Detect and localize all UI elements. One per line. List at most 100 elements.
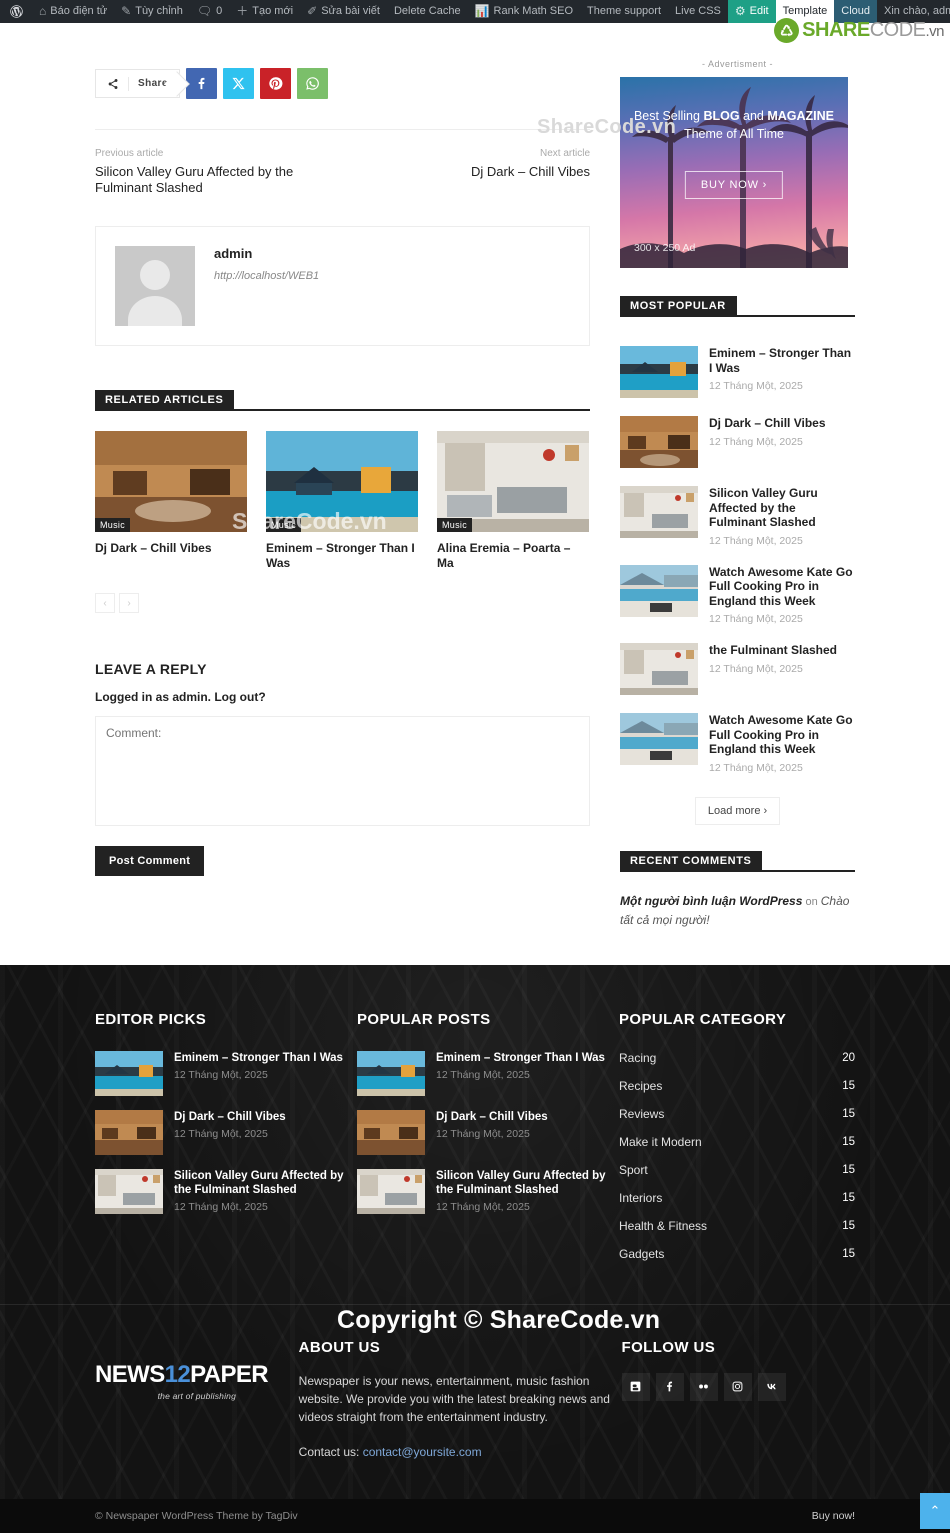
category-name[interactable]: Recipes (619, 1079, 662, 1093)
share-button[interactable]: Share (95, 69, 180, 98)
category-row[interactable]: Health & Fitness 15 (619, 1212, 855, 1240)
adminbar-item-delete-cache[interactable]: Delete Cache (387, 0, 468, 23)
post-title[interactable]: Eminem – Stronger Than I Was (174, 1051, 343, 1065)
adminbar-item-cloud[interactable]: Cloud (834, 0, 877, 23)
related-article-item[interactable]: Music Alina Eremia – Poarta – Ma (437, 431, 589, 571)
list-item[interactable]: the Fulminant Slashed 12 Tháng Một, 2025 (620, 634, 855, 704)
category-name[interactable]: Interiors (619, 1191, 662, 1205)
whatsapp-share-button[interactable] (296, 68, 328, 99)
post-thumbnail[interactable] (95, 1109, 163, 1155)
list-item[interactable]: Silicon Valley Guru Affected by the Fulm… (357, 1162, 619, 1221)
article-thumbnail[interactable]: Music (95, 431, 247, 532)
category-row[interactable]: Sport 15 (619, 1156, 855, 1184)
pinterest-share-button[interactable] (259, 68, 291, 99)
author-name[interactable]: admin (214, 246, 319, 261)
category-name[interactable]: Reviews (619, 1107, 664, 1121)
category-badge[interactable]: Music (95, 518, 131, 532)
post-title[interactable]: Dj Dark – Chill Vibes (436, 1110, 548, 1124)
adminbar-item-template[interactable]: Template (775, 0, 835, 23)
article-thumbnail[interactable]: Music (266, 431, 418, 532)
contact-email-link[interactable]: contact@yoursite.com (363, 1445, 482, 1459)
article-thumbnail[interactable]: Music (437, 431, 589, 532)
adminbar-item-live-css[interactable]: Live CSS (668, 0, 728, 23)
adminbar-item-edit-post[interactable]: ✐ Sửa bài viết (300, 0, 387, 23)
post-title[interactable]: Watch Awesome Kate Go Full Cooking Pro i… (709, 713, 855, 757)
post-title[interactable]: Dj Dark – Chill Vibes (709, 416, 826, 431)
site-logo[interactable]: NEWS12PAPER the art of publishing (95, 1339, 299, 1459)
facebook-share-button[interactable] (185, 68, 217, 99)
category-name[interactable]: Health & Fitness (619, 1219, 707, 1233)
previous-article[interactable]: Previous article Silicon Valley Guru Aff… (95, 148, 330, 196)
category-row[interactable]: Racing 20 (619, 1044, 855, 1072)
pager-prev-button[interactable]: ‹ (95, 593, 115, 613)
next-title[interactable]: Dj Dark – Chill Vibes (355, 164, 590, 180)
list-item[interactable]: Dj Dark – Chill Vibes 12 Tháng Một, 2025 (95, 1103, 357, 1162)
article-title[interactable]: Alina Eremia – Poarta – Ma (437, 541, 589, 571)
post-title[interactable]: Eminem – Stronger Than I Was (436, 1051, 605, 1065)
list-item[interactable]: Eminem – Stronger Than I Was 12 Tháng Mộ… (95, 1044, 357, 1103)
post-comment-button[interactable]: Post Comment (95, 846, 205, 876)
list-item[interactable]: Silicon Valley Guru Affected by the Fulm… (95, 1162, 357, 1221)
category-row[interactable]: Interiors 15 (619, 1184, 855, 1212)
adminbar-item-rank-math[interactable]: 📊 Rank Math SEO (468, 0, 580, 23)
instagram-link[interactable] (723, 1372, 752, 1401)
category-badge[interactable]: Music (266, 518, 302, 532)
list-item[interactable]: Dj Dark – Chill Vibes 12 Tháng Một, 2025 (357, 1103, 619, 1162)
category-name[interactable]: Sport (619, 1163, 648, 1177)
category-row[interactable]: Gadgets 15 (619, 1240, 855, 1268)
category-row[interactable]: Make it Modern 15 (619, 1128, 855, 1156)
article-title[interactable]: Dj Dark – Chill Vibes (95, 541, 247, 556)
adminbar-item-comments[interactable]: 🗨 0 (190, 0, 229, 23)
post-thumbnail[interactable] (620, 346, 698, 398)
category-name[interactable]: Gadgets (619, 1247, 664, 1261)
post-thumbnail[interactable] (95, 1168, 163, 1214)
list-item[interactable]: Watch Awesome Kate Go Full Cooking Pro i… (620, 556, 855, 635)
buy-now-link[interactable]: Buy now! (812, 1510, 855, 1522)
post-thumbnail[interactable] (620, 416, 698, 468)
category-name[interactable]: Racing (619, 1051, 656, 1065)
list-item[interactable]: Eminem – Stronger Than I Was 12 Tháng Mộ… (620, 337, 855, 407)
article-title[interactable]: Eminem – Stronger Than I Was (266, 541, 418, 571)
post-thumbnail[interactable] (620, 643, 698, 695)
list-item[interactable]: Eminem – Stronger Than I Was 12 Tháng Mộ… (357, 1044, 619, 1103)
vk-link[interactable] (757, 1372, 786, 1401)
category-badge[interactable]: Music (437, 518, 473, 532)
post-title[interactable]: the Fulminant Slashed (709, 643, 837, 658)
category-row[interactable]: Recipes 15 (619, 1072, 855, 1100)
post-title[interactable]: Dj Dark – Chill Vibes (174, 1110, 286, 1124)
related-article-item[interactable]: Music Eminem – Stronger Than I Was (266, 431, 418, 571)
post-thumbnail[interactable] (620, 713, 698, 765)
list-item[interactable]: Dj Dark – Chill Vibes 12 Tháng Một, 2025 (620, 407, 855, 477)
facebook-link[interactable] (655, 1372, 684, 1401)
pager-next-button[interactable]: › (119, 593, 139, 613)
adminbar-item-new[interactable]: ＋ Tạo mới (229, 0, 300, 23)
post-title[interactable]: Watch Awesome Kate Go Full Cooking Pro i… (709, 565, 855, 609)
post-thumbnail[interactable] (620, 486, 698, 538)
list-item[interactable]: Silicon Valley Guru Affected by the Fulm… (620, 477, 855, 556)
post-thumbnail[interactable] (620, 564, 698, 617)
related-article-item[interactable]: Music Dj Dark – Chill Vibes (95, 431, 247, 571)
post-thumbnail[interactable] (95, 1050, 163, 1096)
list-item[interactable]: Watch Awesome Kate Go Full Cooking Pro i… (620, 704, 855, 783)
post-title[interactable]: Silicon Valley Guru Affected by the Fulm… (174, 1169, 357, 1197)
post-title[interactable]: Silicon Valley Guru Affected by the Fulm… (436, 1169, 619, 1197)
comment-author[interactable]: Một người bình luận WordPress (620, 894, 802, 908)
next-article[interactable]: Next article Dj Dark – Chill Vibes (355, 148, 590, 196)
post-thumbnail[interactable] (357, 1168, 425, 1214)
wordpress-logo-icon[interactable] (0, 0, 32, 23)
adminbar-item-customize[interactable]: ✎ Tùy chỉnh (114, 0, 190, 23)
category-row[interactable]: Reviews 15 (619, 1100, 855, 1128)
post-title[interactable]: Eminem – Stronger Than I Was (709, 346, 855, 375)
author-url[interactable]: http://localhost/WEB1 (214, 270, 319, 282)
blogger-link[interactable] (621, 1372, 650, 1401)
buy-now-button[interactable]: BUY NOW › (684, 171, 784, 199)
twitter-share-button[interactable] (222, 68, 254, 99)
load-more-button[interactable]: Load more › (694, 796, 781, 825)
logged-in-notice[interactable]: Logged in as admin. Log out? (95, 690, 590, 704)
post-title[interactable]: Silicon Valley Guru Affected by the Fulm… (709, 486, 855, 530)
scroll-to-top-button[interactable]: ⌃ (920, 1492, 950, 1529)
post-thumbnail[interactable] (357, 1050, 425, 1096)
adminbar-item-theme-support[interactable]: Theme support (580, 0, 668, 23)
adminbar-item-edit[interactable]: ⚙ Edit (727, 0, 776, 23)
comment-textarea[interactable] (95, 716, 590, 826)
